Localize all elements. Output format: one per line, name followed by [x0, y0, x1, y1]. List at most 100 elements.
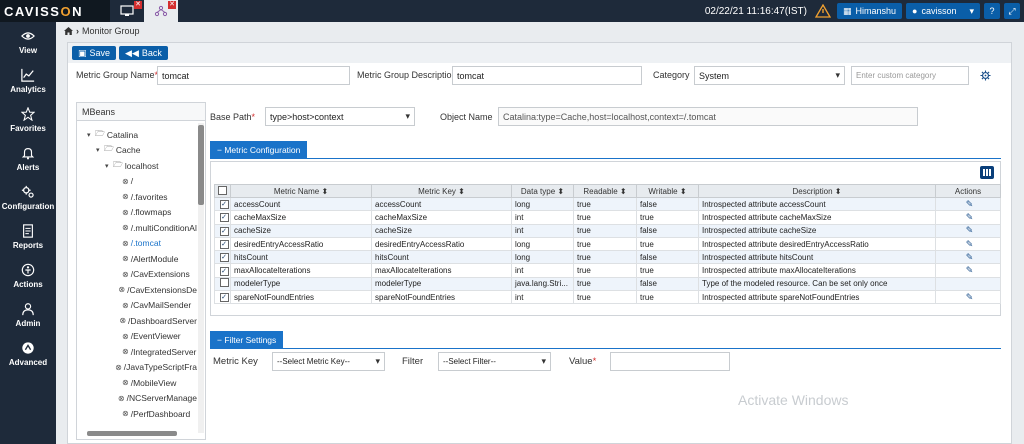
table-row[interactable]: ✓ hitsCount hitsCount long true false Introspe… — [214, 250, 1001, 265]
pencil-icon[interactable]: ✎ — [966, 225, 974, 235]
metric-group-name-label: Metric Group Name* — [76, 70, 158, 80]
tree-node[interactable]: ⊗/NCServerManage — [77, 391, 197, 407]
nav-item-view[interactable]: View — [0, 22, 56, 61]
cell-actions: ✎ — [935, 236, 1001, 252]
scroll-thumb[interactable] — [198, 125, 204, 205]
tree-node[interactable]: ⊗/.multiConditionAl — [77, 220, 197, 236]
metric-key-select[interactable]: --Select Metric Key-- — [272, 352, 385, 371]
tree-node[interactable]: ⊗/.flowmaps — [77, 205, 197, 221]
row-checkbox[interactable]: ✓ — [219, 213, 229, 223]
fullscreen-button[interactable]: ⤢ — [1004, 3, 1020, 19]
nav-item-favorites[interactable]: Favorites — [0, 100, 56, 139]
tree-node[interactable]: ⊗/AlertModule — [77, 251, 197, 267]
pencil-icon[interactable]: ✎ — [966, 252, 974, 262]
cell-writable: true — [636, 263, 699, 278]
tab-monitor[interactable]: ✕ — [110, 0, 144, 22]
account-menu-button[interactable]: ● cavisson ▾ — [906, 3, 980, 19]
column-header[interactable]: Description ⬍ — [698, 184, 936, 198]
nav-item-admin[interactable]: Admin — [0, 295, 56, 334]
bean-icon: ⊗ — [122, 254, 129, 264]
alert-status-icon[interactable] — [814, 4, 831, 18]
row-checkbox[interactable]: ✓ — [219, 200, 229, 210]
table-row[interactable]: ✓ accessCount accessCount long true false Intr… — [214, 196, 1001, 212]
column-header[interactable]: Metric Key ⬍ — [371, 184, 512, 198]
tree-node[interactable]: ⊗/MobileView — [77, 375, 197, 391]
tree-node[interactable]: ⊗/CavMailSender — [77, 298, 197, 314]
cell-key: cacheMaxSize — [371, 210, 512, 225]
table-row[interactable]: ✓ maxAllocateIterations maxAllocateIterati… — [214, 263, 1001, 278]
caret-down-icon[interactable]: ▾ — [96, 146, 104, 154]
nav-item-alerts[interactable]: Alerts — [0, 139, 56, 178]
metric-group-name-input[interactable]: tomcat — [157, 66, 350, 85]
help-button[interactable]: ? — [984, 3, 1000, 19]
cell-actions: ✎ — [935, 210, 1001, 225]
tree-node[interactable]: ⊗/DashboardServer — [77, 313, 197, 329]
back-button[interactable]: ◀◀ Back — [119, 46, 168, 60]
table-row[interactable]: ✓ desiredEntryAccessRatio desiredEntryAcce… — [214, 236, 1001, 252]
row-checkbox[interactable]: ✓ — [219, 240, 229, 250]
filter-select[interactable]: --Select Filter-- — [438, 352, 551, 371]
pencil-icon[interactable]: ✎ — [966, 265, 974, 275]
nav-item-analytics[interactable]: Analytics — [0, 61, 56, 100]
value-input[interactable] — [610, 352, 730, 371]
caret-down-icon[interactable]: ▾ — [87, 131, 95, 139]
row-checkbox[interactable]: ✓ — [219, 226, 229, 236]
column-header[interactable]: Metric Name ⬍ — [230, 184, 372, 198]
gear-icon[interactable] — [980, 70, 991, 81]
table-row[interactable]: ✓ cacheMaxSize cacheMaxSize int true true Intr… — [214, 210, 1001, 225]
metric-group-desc-input[interactable]: tomcat — [452, 66, 642, 85]
save-button[interactable]: ▣ Save — [72, 46, 117, 60]
row-checkbox[interactable]: ✓ — [219, 266, 229, 276]
caret-down-icon[interactable]: ▾ — [105, 162, 113, 170]
tree-node[interactable]: ⊗/CavExtensions — [77, 267, 197, 283]
row-checkbox[interactable] — [219, 278, 229, 288]
cell-key: desiredEntryAccessRatio — [371, 236, 512, 252]
breadcrumb-current[interactable]: Monitor Group — [82, 26, 140, 36]
tree-node[interactable]: ⊗/PerfDashboard — [77, 406, 197, 422]
tree-node[interactable]: ▾ 🗁 Cache — [77, 143, 197, 159]
table-row[interactable]: ✓ spareNotFoundEntries spareNotFoundEntrie… — [214, 290, 1001, 305]
nav-item-advanced[interactable]: Advanced — [0, 334, 56, 373]
tree-node[interactable]: ⊗/.tomcat — [77, 236, 197, 252]
select-all-checkbox[interactable] — [218, 185, 227, 195]
column-header[interactable]: Readable ⬍ — [573, 184, 637, 198]
category-select[interactable]: System — [694, 66, 845, 85]
pencil-icon[interactable]: ✎ — [966, 212, 974, 222]
column-header[interactable]: Data type ⬍ — [511, 184, 574, 198]
tree-node[interactable]: ⊗ / — [77, 174, 197, 190]
tree-horizontal-scrollbar[interactable] — [87, 431, 177, 436]
tree-node[interactable]: ⊗/CavExtensionsDe — [77, 282, 197, 298]
pencil-icon[interactable]: ✎ — [966, 239, 974, 249]
tree-vertical-scrollbar[interactable] — [198, 123, 204, 433]
filter-settings-toggle[interactable]: − Filter Settings — [210, 331, 284, 348]
tree-node[interactable]: ⊗/.favorites — [77, 189, 197, 205]
close-tab-icon[interactable]: ✕ — [134, 1, 142, 9]
chevron-right-icon: › — [76, 26, 79, 36]
column-header[interactable]: Writable ⬍ — [636, 184, 699, 198]
row-checkbox[interactable]: ✓ — [219, 253, 229, 263]
pencil-icon[interactable]: ✎ — [966, 199, 974, 209]
tree-node[interactable]: ⊗/IntegratedServer — [77, 344, 197, 360]
table-row[interactable]: modelerType modelerType java.lang.Stri... t… — [214, 276, 1001, 292]
nav-item-reports[interactable]: Reports — [0, 217, 56, 256]
home-icon[interactable] — [64, 27, 73, 35]
pencil-icon[interactable]: ✎ — [966, 292, 974, 302]
tree-node[interactable]: ⊗/EventViewer — [77, 329, 197, 345]
columns-toggle-button[interactable] — [980, 166, 994, 179]
nav-item-actions[interactable]: Actions — [0, 256, 56, 295]
tree-node-label: /PerfDashboard — [130, 408, 191, 419]
close-tab-icon[interactable]: ✕ — [168, 1, 176, 9]
table-row[interactable]: ✓ cacheSize cacheSize int true false Introspec… — [214, 223, 1001, 238]
tree-node[interactable]: ▾ 🗁 Catalina — [77, 127, 197, 143]
tree-node[interactable]: ▾ 🗁 localhost — [77, 158, 197, 174]
custom-category-input[interactable]: Enter custom category — [851, 66, 969, 85]
base-path-select[interactable]: type>host>context — [265, 107, 415, 126]
tab-network[interactable]: ✕ — [144, 0, 178, 22]
user-button[interactable]: ▦ Himanshu — [836, 3, 902, 19]
row-checkbox[interactable]: ✓ — [219, 293, 229, 303]
object-name-input[interactable]: Catalina:type=Cache,host=localhost,conte… — [498, 107, 918, 126]
nav-item-configuration[interactable]: Configuration — [0, 178, 56, 217]
tree-node[interactable]: ⊗/JavaTypeScriptFra — [77, 360, 197, 376]
cell-desc: Introspected attribute desiredEntryAcces… — [698, 236, 936, 252]
metric-config-toggle[interactable]: − Metric Configuration — [210, 141, 308, 158]
